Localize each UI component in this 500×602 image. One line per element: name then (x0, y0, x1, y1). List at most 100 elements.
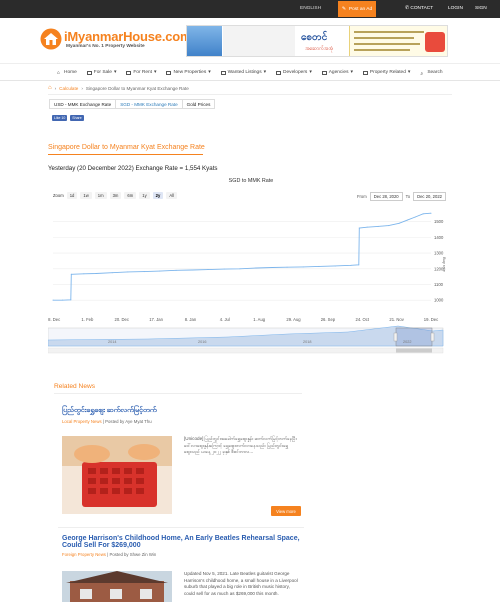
navigator-handle-right (430, 332, 435, 342)
y-tick-label: 1300 (434, 251, 444, 256)
nav-item-wanted-listings[interactable]: Wanted Listings ▾ (220, 70, 267, 75)
data-point (191, 269, 193, 271)
advertisement-banner[interactable]: စေတင် အဆောက်အအုံ (186, 25, 448, 57)
site-logo[interactable]: iMyanmarHouse.com Myanmar's No. 1 Proper… (40, 28, 192, 54)
nav-item-property-related[interactable]: Property Related ▾ (362, 70, 411, 75)
navigator-year-label: 2014 (108, 340, 116, 344)
x-tick-label: 1. Aug (253, 317, 266, 322)
tab-gold-prices[interactable]: Gold Prices (181, 99, 216, 109)
breadcrumb-separator: › (81, 85, 83, 91)
chevron-down-icon: ▾ (309, 70, 312, 75)
nav-item-label: Developers (283, 70, 308, 75)
chevron-down-icon: ▾ (208, 70, 211, 75)
logo-text: MyanmarHouse.com (67, 29, 192, 44)
chart-plot[interactable]: 100011001200130014001500Buy rate28. Dec1… (48, 176, 454, 354)
data-point (175, 269, 177, 271)
x-tick-label: 20. Dec (115, 317, 129, 322)
breadcrumb-calculate[interactable]: Calculate (59, 86, 78, 91)
grid-icon (362, 70, 368, 75)
view-more-button[interactable]: View more (271, 506, 301, 516)
data-point (398, 222, 400, 224)
article-thumbnail[interactable] (62, 436, 172, 514)
nav-item-label: Wanted Listings (227, 70, 262, 75)
x-tick-label: 17. Jan (149, 317, 163, 322)
banner-text-line (354, 31, 424, 33)
divider (54, 393, 302, 394)
post-icon: ✎ (341, 6, 346, 12)
main-navigation: ⌂ Home For Sale ▾ For Rent ▾ New Properties ▾ Wa… (0, 63, 500, 81)
data-point (239, 268, 241, 270)
article-meta: Local Property News | Posted by Aye Myat… (62, 419, 302, 424)
data-point (414, 216, 416, 218)
article-author: | Posted by Aye Myat Thu (102, 419, 152, 424)
nav-item-new-properties[interactable]: New Properties ▾ (166, 70, 211, 75)
article-category[interactable]: Local Property News (62, 419, 102, 424)
home-icon[interactable]: ⌂ (48, 85, 52, 91)
nav-item-label: For Sale (93, 70, 112, 75)
facebook-like-button[interactable]: Like 10 (52, 115, 68, 121)
data-point (358, 227, 360, 229)
article-excerpt: [Unicode] ပြည်တွင်းအခေါက်ရွှေဈေးနှုန်း ဆ… (184, 436, 297, 454)
language-selector[interactable]: ENGLISH (300, 6, 321, 11)
exchange-tabs: USD - MMK Exchange Rate SGD - MMK Exchan… (49, 99, 216, 109)
data-point (111, 272, 113, 274)
login-link[interactable]: LOGIN (448, 6, 463, 11)
nav-item-agencies[interactable]: Agencies ▾ (321, 70, 353, 75)
x-tick-label: 19. Dec (424, 317, 438, 322)
data-point (52, 299, 54, 301)
register-link[interactable]: SIGN (475, 6, 487, 11)
x-tick-label: 8. Jan (185, 317, 197, 322)
article-category[interactable]: Foreign Property News (62, 552, 106, 557)
banner-details-block (349, 26, 447, 56)
article-author: | Posted by Shwe Zin Win (107, 552, 157, 557)
top-bar: ENGLISH ✎ Post an Ad ✆ CONTACT LOGIN SIG… (0, 0, 500, 18)
news-article: ပြည်တွင်းရွှေဈေး ဆက်လက်မြင့်တက် Local Pr… (62, 406, 302, 514)
data-point (70, 273, 72, 275)
post-ad-button[interactable]: ✎ Post an Ad (338, 1, 376, 17)
navigator-year-label: 2022 (403, 340, 411, 344)
nav-item-label: Home (64, 70, 77, 75)
data-point (430, 212, 432, 214)
data-point (406, 219, 408, 221)
nav-item-home[interactable]: ⌂ Home (57, 70, 77, 76)
divider (48, 94, 452, 95)
chevron-down-icon: ▾ (154, 70, 157, 75)
tab-sgd-mmk[interactable]: SGD - MMK Exchange Rate (115, 99, 183, 109)
nav-item-search[interactable]: ⌕ Search (420, 70, 442, 77)
post-ad-label: Post an Ad (348, 6, 373, 12)
contact-link[interactable]: ✆ CONTACT (405, 6, 433, 11)
for-sale-icon (86, 70, 92, 75)
data-point (302, 266, 304, 268)
nav-item-for-sale[interactable]: For Sale ▾ (86, 70, 116, 75)
article-excerpt: Updated Nov 5, 2021. Late Beatles guitar… (184, 571, 298, 596)
data-point (159, 270, 161, 272)
article-thumbnail[interactable] (62, 571, 172, 602)
banner-text-line (354, 49, 410, 51)
data-point (422, 213, 424, 215)
y-axis-label: Buy rate (442, 257, 447, 273)
x-tick-label: 1. Feb (81, 317, 94, 322)
nav-item-for-rent[interactable]: For Rent ▾ (126, 70, 156, 75)
data-point (318, 265, 320, 267)
article-title[interactable]: ပြည်တွင်းရွှေဈေး ဆက်လက်မြင့်တက် (62, 407, 157, 414)
divider (58, 527, 304, 528)
scrollbar-thumb (396, 348, 432, 353)
facebook-share-button[interactable]: Share (70, 115, 84, 121)
data-point (271, 267, 273, 269)
y-tick-label: 1100 (434, 282, 444, 287)
nav-item-label: Agencies (328, 70, 349, 75)
tab-usd-mmk[interactable]: USD - MMK Exchange Rate (49, 99, 117, 109)
x-tick-label: 4. Jul (220, 317, 230, 322)
data-point (255, 267, 257, 269)
logo-name: iMyanmarHouse.com (64, 29, 192, 44)
x-tick-label: 28. Dec (48, 317, 60, 322)
chevron-down-icon: ▾ (263, 70, 267, 75)
contact-label: CONTACT (410, 6, 434, 11)
exchange-rate-summary: Yesterday (20 December 2022) Exchange Ra… (48, 165, 218, 172)
banner-text-line (354, 43, 420, 45)
nav-item-developers[interactable]: Developers ▾ (276, 70, 312, 75)
chevron-down-icon: ▾ (407, 70, 411, 75)
article-title[interactable]: George Harrison's Childhood Home, An Ear… (62, 535, 300, 549)
navigator-year-label: 2016 (198, 340, 206, 344)
related-news-title: Related News (54, 383, 96, 390)
